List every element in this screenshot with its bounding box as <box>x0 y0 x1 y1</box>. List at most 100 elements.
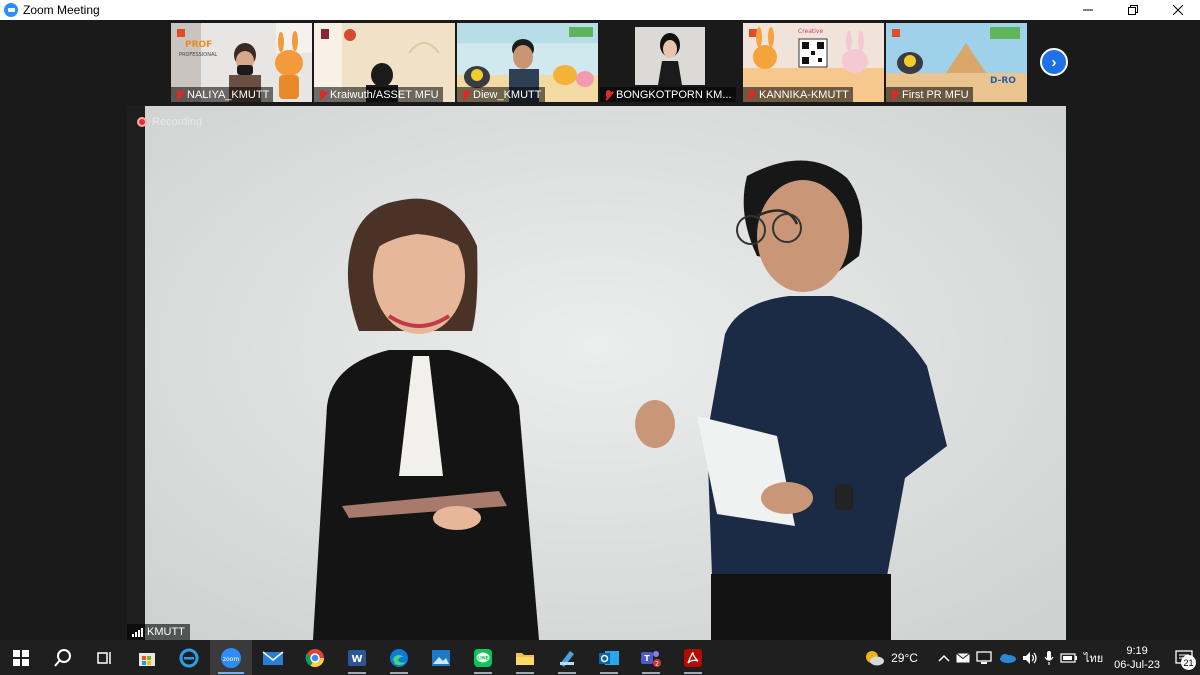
signal-strength-icon <box>132 627 143 637</box>
taskbar-file-explorer[interactable] <box>504 640 546 675</box>
folder-icon <box>516 652 534 665</box>
zoom-app-icon <box>4 3 18 17</box>
taskbar-internet-explorer[interactable] <box>168 640 210 675</box>
notification-center-button[interactable]: 21 <box>1168 640 1200 675</box>
windows-logo-icon <box>13 649 29 666</box>
recording-label: Recording <box>152 116 203 128</box>
participant-name: Kraiwuth/ASSET MFU <box>330 89 439 101</box>
taskbar-photos[interactable] <box>420 640 462 675</box>
close-icon <box>1172 5 1183 15</box>
recording-indicator[interactable]: Recording <box>137 116 202 128</box>
main-speaker-video: Recording KMUTT <box>127 106 1066 640</box>
taskbar-zoom[interactable]: zoom <box>210 640 252 675</box>
notification-count-badge: 21 <box>1181 655 1196 670</box>
taskbar-acrobat[interactable] <box>672 640 714 675</box>
participant-name-label: First PR MFU <box>886 87 973 102</box>
participant-tile[interactable]: Creative KANNIKA-KMUTT <box>743 23 884 102</box>
chevron-up-icon <box>938 654 950 662</box>
task-view-icon <box>97 651 111 664</box>
taskbar-line[interactable]: LINE <box>462 640 504 675</box>
mic-muted-icon <box>175 89 184 101</box>
mic-muted-icon <box>747 89 756 101</box>
participant-name: Diew_KMUTT <box>473 89 542 101</box>
svg-text:LINE: LINE <box>477 655 488 661</box>
weather-temperature: 29°C <box>891 650 918 665</box>
outlook-icon <box>599 650 619 665</box>
meeting-stage: PROF PROFESSIONAL NALIYA_KMUTT Kraiwuth/… <box>0 20 1200 640</box>
participant-tile[interactable]: Kraiwuth/ASSET MFU <box>314 23 455 102</box>
input-language[interactable]: ไทย <box>1081 640 1106 675</box>
tray-network[interactable] <box>973 640 995 675</box>
speaker-video-frame <box>127 106 1066 640</box>
minimize-button[interactable] <box>1065 0 1110 20</box>
participant-name-label: Diew_KMUTT <box>457 87 546 102</box>
mail-tray-icon <box>956 652 970 662</box>
start-button[interactable] <box>0 640 42 675</box>
taskbar-notes[interactable] <box>546 640 588 675</box>
taskbar-mail[interactable] <box>252 640 294 675</box>
recording-dot-icon <box>137 117 147 127</box>
clock-time: 9:19 <box>1126 644 1148 657</box>
tray-onedrive[interactable] <box>995 640 1019 675</box>
svg-text:Creative: Creative <box>798 28 823 35</box>
system-tray: 29°C ไทย 9:19 06-Jul-23 21 <box>860 640 1200 675</box>
taskbar-store[interactable] <box>126 640 168 675</box>
title-bar: Zoom Meeting <box>0 0 1200 20</box>
taskbar-teams[interactable]: T2 <box>630 640 672 675</box>
participant-strip: PROF PROFESSIONAL NALIYA_KMUTT Kraiwuth/… <box>171 23 1027 102</box>
restore-button[interactable] <box>1110 0 1155 20</box>
participant-name-label: NALIYA_KMUTT <box>171 87 274 102</box>
network-icon <box>976 650 992 664</box>
windows-taskbar: zoom W LINE T2 29°C ไทย 9:19 06-Jul-23 2… <box>0 640 1200 675</box>
svg-text:PROFESSIONAL: PROFESSIONAL <box>179 52 217 58</box>
line-icon: LINE <box>474 648 492 667</box>
participant-name: BONGKOTPORN KM... <box>616 89 732 101</box>
svg-text:PROF: PROF <box>185 40 212 50</box>
internet-explorer-icon <box>179 648 199 667</box>
tray-battery[interactable] <box>1057 640 1081 675</box>
restore-icon <box>1127 5 1138 15</box>
tray-microphone[interactable] <box>1041 640 1057 675</box>
svg-text:T: T <box>644 654 650 663</box>
zoom-icon: zoom <box>221 647 241 668</box>
clock-date: 06-Jul-23 <box>1114 658 1160 671</box>
participant-tile[interactable]: Diew_KMUTT <box>457 23 598 102</box>
participant-name-label: BONGKOTPORN KM... <box>600 87 736 102</box>
tray-volume[interactable] <box>1019 640 1041 675</box>
word-icon: W <box>348 649 366 666</box>
task-view-button[interactable] <box>84 640 126 675</box>
teams-icon: T2 <box>641 650 661 667</box>
participant-tile[interactable]: BONGKOTPORN KM... <box>600 23 741 102</box>
edge-icon <box>390 648 408 667</box>
weather-sun-cloud-icon <box>866 650 885 665</box>
taskbar-outlook[interactable] <box>588 640 630 675</box>
tray-mail[interactable] <box>953 640 973 675</box>
participant-tile[interactable]: PROF PROFESSIONAL NALIYA_KMUTT <box>171 23 312 102</box>
clock[interactable]: 9:19 06-Jul-23 <box>1106 644 1168 672</box>
window-title: Zoom Meeting <box>23 3 100 17</box>
participant-name: KANNIKA-KMUTT <box>759 89 849 101</box>
onedrive-cloud-icon <box>999 653 1016 663</box>
microphone-icon <box>1044 650 1054 665</box>
svg-text:D-RO: D-RO <box>990 76 1016 86</box>
window-controls <box>1065 0 1200 20</box>
taskbar-chrome[interactable] <box>294 640 336 675</box>
svg-text:W: W <box>351 654 362 665</box>
mic-muted-icon <box>461 89 470 101</box>
taskbar-edge[interactable] <box>378 640 420 675</box>
participant-name-label: Kraiwuth/ASSET MFU <box>314 87 443 102</box>
mail-icon <box>262 650 284 665</box>
close-button[interactable] <box>1155 0 1200 20</box>
speaker-name: KMUTT <box>147 626 185 638</box>
weather-widget[interactable]: 29°C <box>860 640 921 675</box>
taskbar-word[interactable]: W <box>336 640 378 675</box>
next-page-button[interactable]: › <box>1040 48 1068 76</box>
search-button[interactable] <box>42 640 84 675</box>
notes-icon <box>560 650 574 667</box>
participant-name: First PR MFU <box>902 89 969 101</box>
participant-name: NALIYA_KMUTT <box>187 89 270 101</box>
participant-tile[interactable]: D-RO First PR MFU <box>886 23 1027 102</box>
show-hidden-icons-button[interactable] <box>935 640 953 675</box>
participant-name-label: KANNIKA-KMUTT <box>743 87 853 102</box>
speaker-name-label: KMUTT <box>127 624 190 640</box>
